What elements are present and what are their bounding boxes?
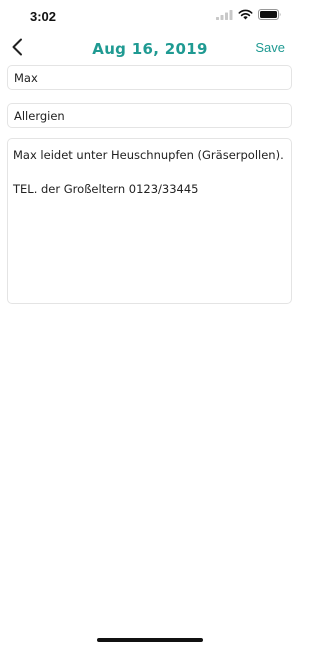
status-time: 3:02 [30,9,57,24]
navigation-bar: Aug 16, 2019 Save [0,32,300,66]
battery-icon [258,7,282,25]
home-indicator[interactable] [97,638,203,642]
note-body-line: TEL. der Großeltern 0123/33445 [13,182,199,196]
status-icons [216,7,282,25]
status-bar: 3:02 [0,0,300,32]
signal-icon [216,7,233,25]
title-field[interactable]: Allergien [7,103,292,128]
note-body-line: Max leidet unter Heuschnupfen (Gräserpol… [13,148,284,162]
save-button[interactable]: Save [255,40,285,55]
note-body-textarea[interactable]: Max leidet unter Heuschnupfen (Gräserpol… [7,138,292,304]
wifi-icon [238,7,253,25]
name-field[interactable]: Max [7,65,292,90]
